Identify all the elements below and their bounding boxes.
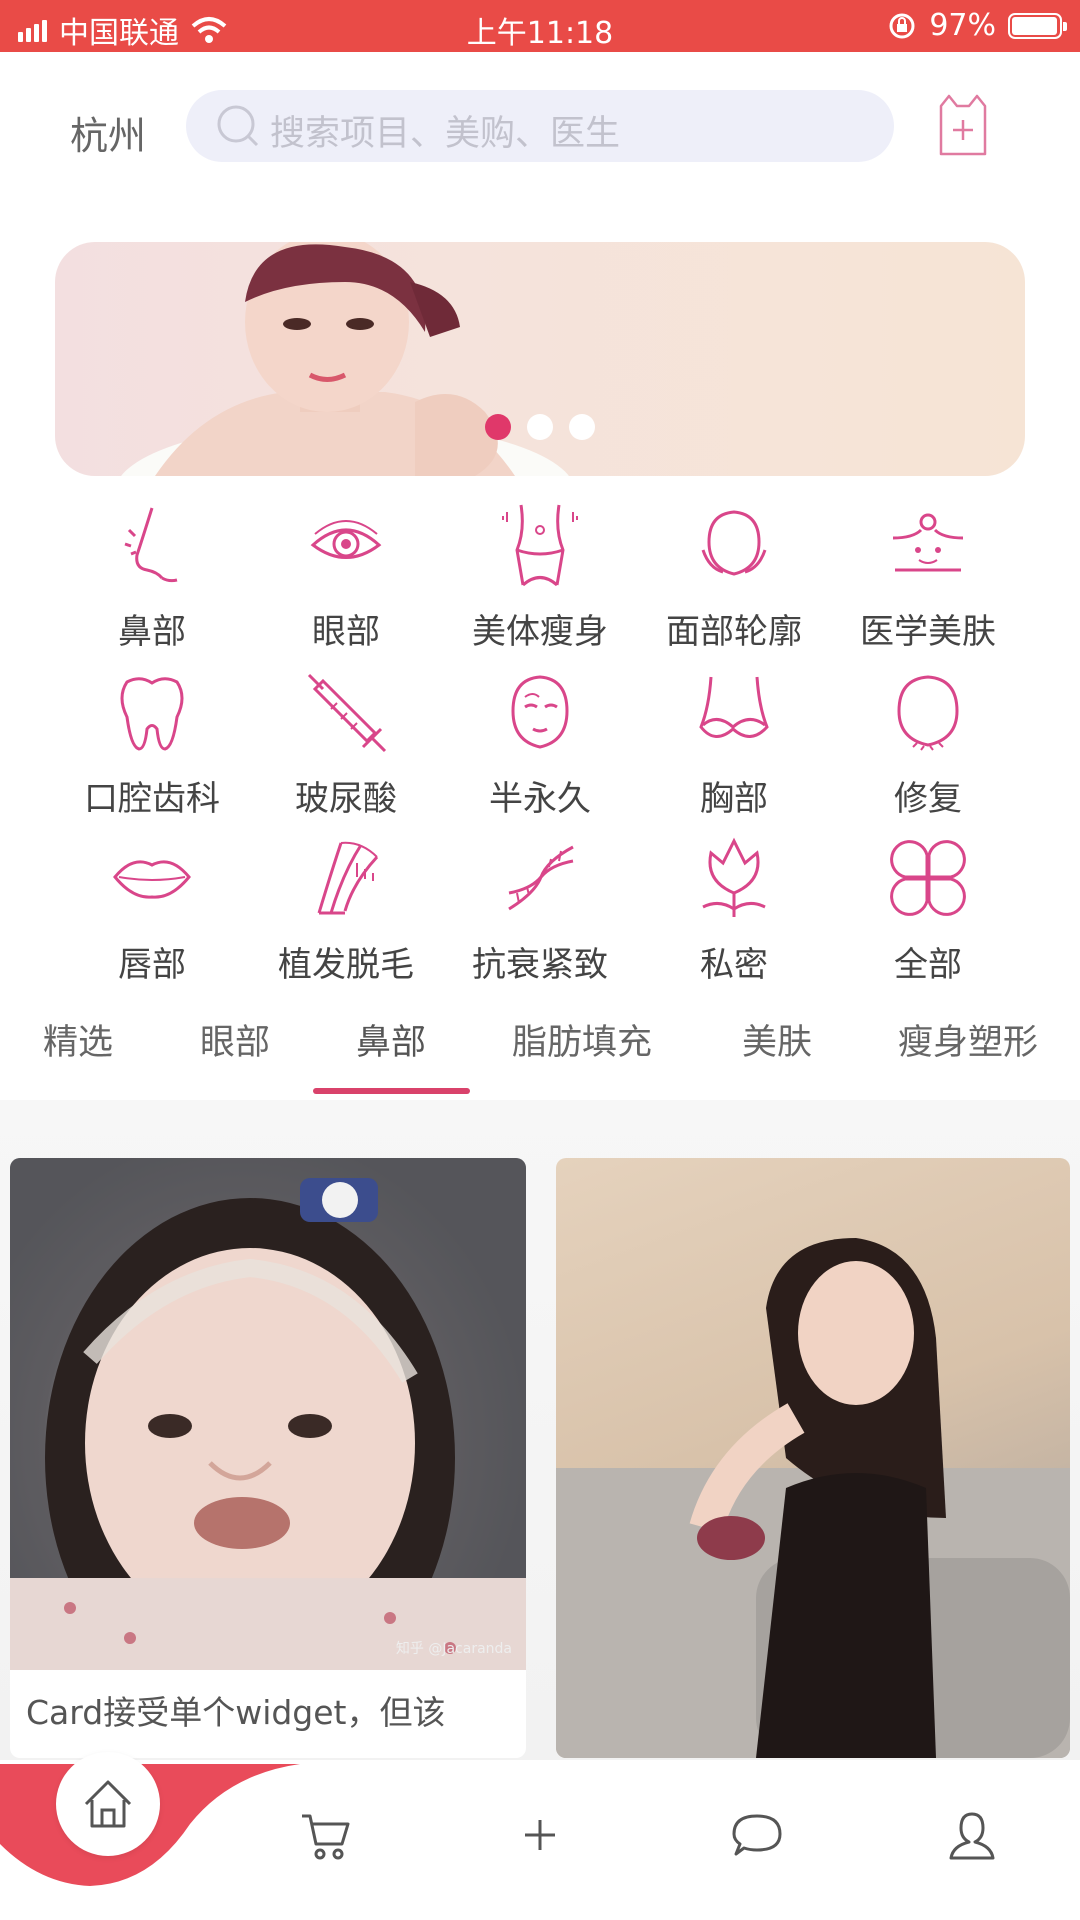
tab-skin[interactable]: 美肤 xyxy=(742,1014,812,1065)
feed-card[interactable]: 知乎 @Jacaranda Card接受单个widget，但该 xyxy=(10,1158,526,1758)
search-icon xyxy=(217,105,259,147)
shopping-bag-icon[interactable] xyxy=(935,92,991,158)
city-selector[interactable]: 杭州 xyxy=(70,105,146,160)
category-label: 修复 xyxy=(894,779,962,819)
category-all[interactable]: 全部 xyxy=(831,833,1025,986)
category-label: 玻尿酸 xyxy=(295,779,397,819)
face-contour-icon xyxy=(701,510,767,576)
feed-tabs: 精选 眼部 鼻部 脂肪填充 美肤 瘦身塑形 xyxy=(0,1010,1080,1090)
skin-icon xyxy=(892,513,964,572)
dna-icon xyxy=(508,845,574,911)
clover-icon xyxy=(890,840,966,916)
tab-eye[interactable]: 眼部 xyxy=(200,1014,270,1065)
category-repair[interactable]: 修复 xyxy=(831,667,1025,820)
tab-featured[interactable]: 精选 xyxy=(43,1014,113,1065)
category-label: 美体瘦身 xyxy=(472,612,608,652)
pagination-dot-active[interactable] xyxy=(485,414,511,440)
pagination-dot[interactable] xyxy=(527,414,553,440)
category-label: 私密 xyxy=(700,945,768,985)
nose-icon xyxy=(124,507,178,583)
category-label: 全部 xyxy=(894,945,962,985)
category-body[interactable]: 美体瘦身 xyxy=(443,500,637,653)
lips-icon xyxy=(113,860,191,899)
category-label: 抗衰紧致 xyxy=(472,945,608,985)
home-tab-button[interactable] xyxy=(56,1752,160,1856)
card-image: 知乎 @Jacaranda xyxy=(10,1158,526,1718)
category-breast[interactable]: 胸部 xyxy=(637,667,831,820)
category-label: 鼻部 xyxy=(118,612,186,652)
tab-body-sculpt[interactable]: 瘦身塑形 xyxy=(898,1014,1038,1065)
category-hyaluronic[interactable]: 玻尿酸 xyxy=(249,667,443,820)
battery-icon xyxy=(1008,12,1067,39)
category-nose[interactable]: 鼻部 xyxy=(55,500,249,653)
feed-card[interactable] xyxy=(556,1158,1070,1758)
user-icon[interactable] xyxy=(945,1808,999,1862)
category-skin[interactable]: 医学美肤 xyxy=(831,500,1025,653)
category-label: 医学美肤 xyxy=(860,612,996,652)
category-face-contour[interactable]: 面部轮廓 xyxy=(637,500,831,653)
repair-face-icon xyxy=(897,675,959,751)
category-tooth[interactable]: 口腔齿科 xyxy=(55,667,249,820)
pagination-dot[interactable] xyxy=(569,414,595,440)
eye-icon xyxy=(310,520,382,559)
cart-icon[interactable] xyxy=(298,1808,352,1862)
promo-banner[interactable] xyxy=(55,242,1025,476)
image-watermark: 知乎 @Jacaranda xyxy=(395,1641,512,1657)
makeup-face-icon xyxy=(511,675,569,749)
flower-icon xyxy=(702,837,766,917)
status-bar: 中国联通 上午11:18 97% xyxy=(0,0,1080,52)
body-icon xyxy=(502,504,578,587)
bra-icon xyxy=(699,676,769,738)
category-label: 眼部 xyxy=(312,612,380,652)
chat-icon[interactable] xyxy=(730,1808,784,1862)
card-image xyxy=(556,1158,1070,1758)
category-label: 胸部 xyxy=(700,779,768,819)
category-label: 植发脱毛 xyxy=(278,945,414,985)
banner-model-image xyxy=(121,242,569,476)
category-lips[interactable]: 唇部 xyxy=(55,833,249,986)
category-label: 唇部 xyxy=(118,945,186,985)
tab-nose[interactable]: 鼻部 xyxy=(356,1014,426,1065)
category-label: 半永久 xyxy=(489,779,591,819)
plus-icon[interactable] xyxy=(513,1808,567,1862)
category-eye[interactable]: 眼部 xyxy=(249,500,443,653)
card-title: Card接受单个widget，但该 xyxy=(26,1693,446,1732)
rotation-lock-icon xyxy=(889,13,915,38)
category-semi-permanent[interactable]: 半永久 xyxy=(443,667,637,820)
tab-fat-filling[interactable]: 脂肪填充 xyxy=(512,1014,652,1065)
search-input[interactable]: 搜索项目、美购、医生 xyxy=(186,90,894,162)
category-label: 面部轮廓 xyxy=(666,612,802,652)
hair-icon xyxy=(317,841,379,915)
home-icon xyxy=(84,1780,132,1828)
category-label: 口腔齿科 xyxy=(84,779,220,819)
syringe-icon xyxy=(307,673,387,753)
status-right: 97% xyxy=(887,8,1067,43)
tooth-icon xyxy=(120,677,184,751)
category-hair[interactable]: 植发脱毛 xyxy=(249,833,443,986)
search-placeholder: 搜索项目、美购、医生 xyxy=(270,114,621,154)
battery-percent: 97% xyxy=(929,8,996,43)
category-private[interactable]: 私密 xyxy=(637,833,831,986)
category-anti-aging[interactable]: 抗衰紧致 xyxy=(443,833,637,986)
banner-pagination xyxy=(485,414,595,440)
active-tab-indicator xyxy=(313,1088,470,1094)
